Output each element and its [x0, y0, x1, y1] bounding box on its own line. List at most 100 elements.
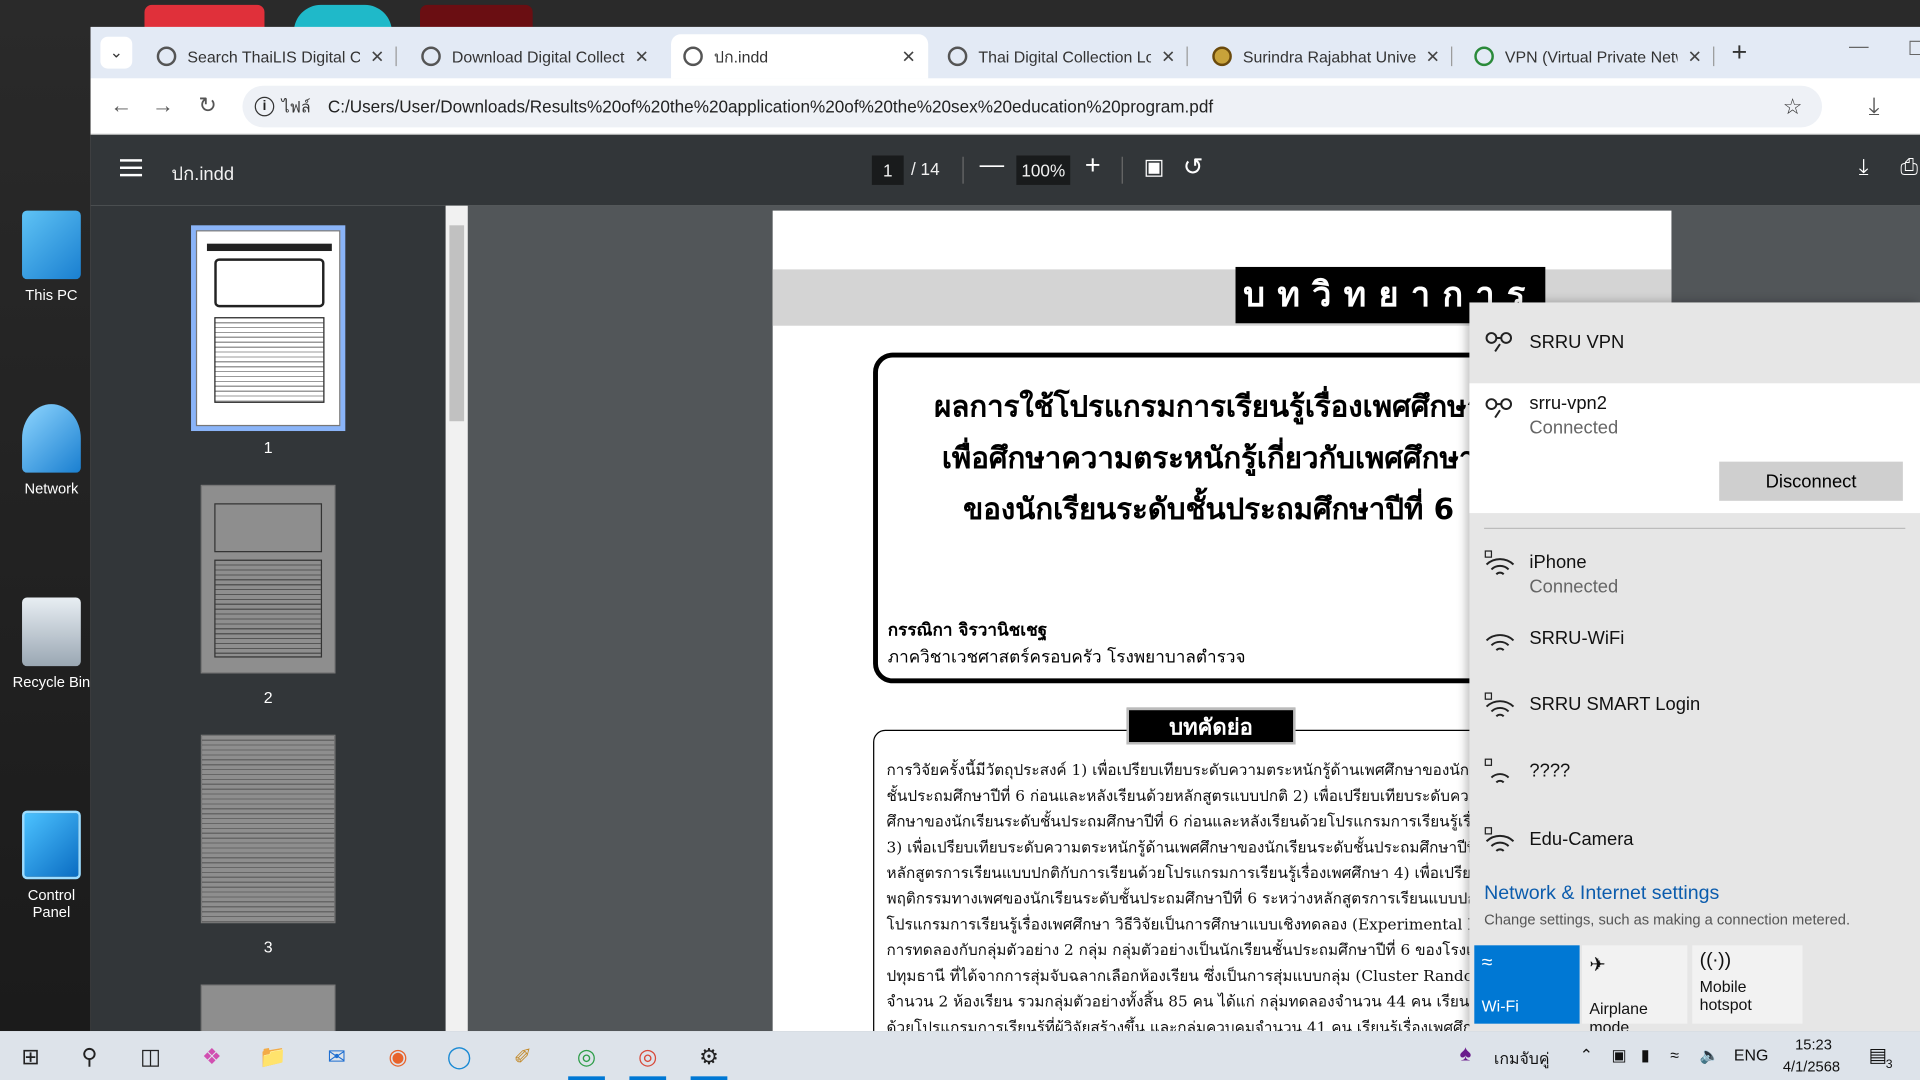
arrow-right-icon: → — [151, 93, 174, 118]
close-icon[interactable]: ✕ — [635, 46, 649, 67]
address-bar[interactable]: i ไฟล์ C:/Users/User/Downloads/Results%2… — [242, 85, 1823, 128]
thumbnail-label: 3 — [263, 937, 273, 957]
network-flyout: SRRU VPN srru-vpn2 Connected Disconnect … — [1469, 302, 1920, 1036]
paint-button[interactable]: ✐ — [507, 1041, 539, 1073]
forward-button[interactable]: → — [152, 93, 174, 119]
pdf-download-button[interactable]: ⤓ — [1859, 154, 1869, 180]
close-icon[interactable]: ✕ — [1426, 46, 1440, 67]
desktop-icon-recycle-bin[interactable]: Recycle Bin — [10, 597, 93, 691]
tab-thai-digital-login[interactable]: Thai Digital Collection Log ✕ — [936, 34, 1188, 78]
tab-pdf-active[interactable]: ปก.indd ✕ — [671, 34, 929, 79]
clock-date[interactable]: 4/1/2568 — [1783, 1058, 1840, 1075]
edge-icon: ◯ — [446, 1043, 472, 1069]
info-icon[interactable]: i — [254, 96, 275, 117]
back-button[interactable]: ← — [110, 93, 132, 119]
task-view-button[interactable]: ◫ — [135, 1041, 167, 1073]
printer-icon: ⎙ — [1900, 154, 1919, 179]
tab-vpn[interactable]: VPN (Virtual Private Netwo ✕ — [1462, 34, 1715, 78]
bookmark-star-icon[interactable]: ☆ — [1783, 94, 1803, 120]
copilot-button[interactable]: ❖ — [196, 1041, 228, 1073]
zoom-in-button[interactable]: + — [1085, 149, 1101, 181]
thumbnail-page-2[interactable] — [200, 484, 336, 674]
minimize-button[interactable]: — — [1849, 37, 1869, 59]
wifi-secured-icon — [1484, 550, 1515, 576]
mail-button[interactable]: ✉ — [321, 1041, 353, 1073]
zoom-input[interactable]: 100% — [1016, 155, 1071, 185]
thumbnail-page-3[interactable] — [200, 734, 336, 924]
notification-count: 3 — [1885, 1057, 1893, 1072]
tab-label: Thai Digital Collection Log — [978, 47, 1152, 66]
chrome-profile-button[interactable]: ◎ — [632, 1041, 664, 1073]
game-icon[interactable]: ♠ — [1460, 1041, 1472, 1067]
language-indicator[interactable]: ENG — [1734, 1046, 1768, 1064]
close-icon[interactable]: ✕ — [370, 46, 384, 67]
tab-search-thailis[interactable]: Search ThaiLIS Digital Colle ✕ — [144, 34, 397, 78]
fit-page-button[interactable]: ▣ — [1144, 154, 1165, 180]
quick-action-wifi[interactable]: ≈ Wi-Fi — [1474, 945, 1580, 1024]
disconnect-button[interactable]: Disconnect — [1719, 461, 1903, 501]
print-button[interactable]: ⎙ — [1900, 154, 1918, 180]
close-icon[interactable]: ✕ — [1161, 46, 1175, 67]
page-number-input[interactable]: 1 — [871, 155, 904, 185]
quick-action-airplane[interactable]: ✈ Airplane mode — [1582, 945, 1688, 1036]
tab-search-button[interactable]: ⌄ — [100, 36, 133, 69]
network-item-edu-camera[interactable]: Edu-Camera — [1469, 819, 1920, 875]
recycle-bin-icon — [22, 597, 81, 667]
vpn-icon — [1485, 398, 1513, 419]
clock-time[interactable]: 15:23 — [1795, 1036, 1832, 1053]
desktop-icon-this-pc[interactable]: This PC — [10, 210, 93, 304]
desktop-icon-control-panel[interactable]: Control Panel — [10, 810, 93, 921]
network-item-srru-vpn2[interactable]: srru-vpn2 Connected Disconnect — [1469, 383, 1920, 514]
network-settings-description: Change settings, such as making a connec… — [1484, 911, 1851, 929]
tab-label: Download Digital Collectio — [451, 47, 625, 66]
notification-icon[interactable]: ▤ — [1869, 1043, 1888, 1067]
network-item-unknown[interactable]: ???? — [1469, 751, 1920, 807]
desktop-icon-label: Control Panel — [27, 886, 76, 921]
rotate-button[interactable]: ↺ — [1183, 152, 1204, 183]
article-title-line: ผลการใช้โปรแกรมการเรียนรู้เรื่องเพศศึกษา — [934, 389, 1484, 424]
quick-action-label: Mobile hotspot — [1699, 977, 1752, 1014]
network-settings-link[interactable]: Network & Internet settings — [1484, 883, 1719, 905]
meet-icon[interactable]: ▣ — [1611, 1046, 1626, 1066]
file-explorer-button[interactable]: 📁 — [257, 1041, 289, 1073]
close-icon[interactable]: ✕ — [1688, 46, 1702, 67]
firefox-button[interactable]: ◉ — [382, 1041, 414, 1073]
plus-icon: + — [1731, 36, 1748, 68]
zoom-out-button[interactable]: — — [980, 152, 1004, 180]
tab-download-digital[interactable]: Download Digital Collectio ✕ — [409, 34, 661, 78]
chrome-icon: ◎ — [638, 1043, 658, 1069]
chrome-button[interactable]: ◎ — [571, 1041, 603, 1073]
start-button[interactable]: ⊞ — [15, 1041, 47, 1073]
network-item-srru-wifi[interactable]: SRRU-WiFi — [1469, 618, 1920, 674]
network-item-iphone[interactable]: iPhone Connected — [1469, 542, 1920, 611]
address-url[interactable]: C:/Users/User/Downloads/Results%20of%20t… — [328, 97, 1213, 117]
settings-button[interactable]: ⚙ — [693, 1041, 725, 1073]
plus-icon: + — [1084, 149, 1101, 181]
globe-icon — [156, 46, 177, 67]
tab-surindra[interactable]: Surindra Rajabhat Universi ✕ — [1200, 34, 1453, 78]
search-button[interactable]: ⚲ — [73, 1041, 105, 1073]
volume-icon[interactable]: 🔈 — [1700, 1046, 1720, 1066]
new-tab-button[interactable]: + — [1731, 37, 1747, 69]
maximize-button[interactable]: ☐ — [1908, 37, 1920, 61]
tab-label: Search ThaiLIS Digital Colle — [187, 47, 361, 66]
wifi-tray-icon[interactable]: ≈ — [1670, 1046, 1679, 1064]
arrow-left-icon: ← — [110, 93, 133, 118]
downloads-button[interactable]: ⤓ — [1869, 93, 1880, 121]
edge-button[interactable]: ◯ — [443, 1041, 475, 1073]
widget-label[interactable]: เกมจับคู่ — [1494, 1046, 1550, 1072]
thumbnail-label: 2 — [263, 688, 273, 707]
network-item-srru-smart[interactable]: SRRU SMART Login — [1469, 684, 1920, 740]
article-title-line: ของนักเรียนระดับชั้นประถมศึกษาปีที่ 6 — [963, 492, 1455, 527]
network-item-srru-vpn[interactable]: SRRU VPN — [1469, 302, 1920, 383]
close-icon[interactable]: ✕ — [902, 46, 916, 67]
chevron-up-icon[interactable]: ⌃ — [1580, 1046, 1593, 1066]
battery-icon[interactable]: ▮ — [1641, 1046, 1650, 1066]
thumbnail-scrollbar[interactable] — [445, 205, 468, 1032]
desktop-icon-network[interactable]: Network — [10, 404, 93, 497]
reload-button[interactable]: ↻ — [198, 93, 216, 119]
thumbnail-page-1[interactable] — [191, 225, 346, 432]
quick-action-hotspot[interactable]: ((·)) Mobile hotspot — [1692, 945, 1803, 1024]
menu-icon[interactable] — [120, 159, 143, 177]
control-panel-icon — [22, 810, 81, 880]
